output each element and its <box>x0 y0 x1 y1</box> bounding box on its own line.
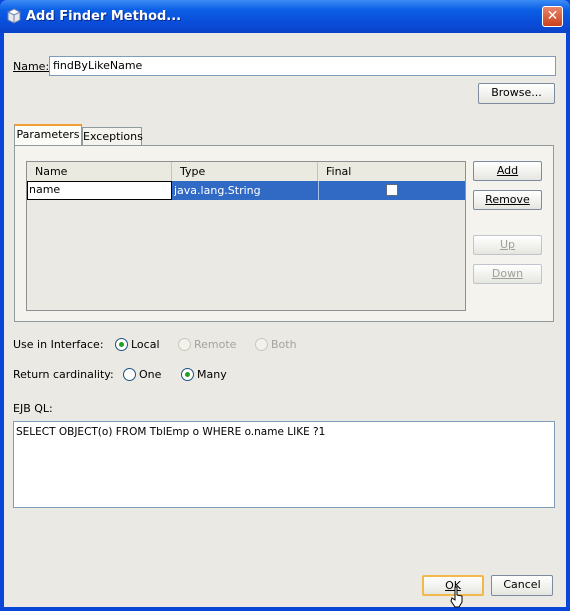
final-checkbox[interactable] <box>386 184 398 196</box>
ejbql-textarea[interactable]: SELECT OBJECT(o) FROM TblEmp o WHERE o.n… <box>13 421 555 508</box>
dialog-window: Add Finder Method... ✕ Name: findByLikeN… <box>0 0 570 611</box>
radio-many[interactable] <box>181 368 194 381</box>
ejbql-label: EJB QL: <box>13 402 53 415</box>
remove-button-label: Remove <box>485 193 530 206</box>
column-header-name[interactable]: Name <box>27 162 172 181</box>
radio-many-label[interactable]: Many <box>197 368 227 381</box>
browse-button[interactable]: Browse... <box>478 83 555 104</box>
radio-remote-label[interactable]: Remote <box>194 338 236 351</box>
down-button[interactable]: Down <box>473 264 542 284</box>
param-type-cell[interactable]: java.lang.String <box>174 184 261 197</box>
add-button[interactable]: Add <box>473 161 542 181</box>
column-header-type[interactable]: Type <box>172 162 318 181</box>
up-button[interactable]: Up <box>473 235 542 255</box>
parameters-panel: Name Type Final name java.lang.String Ad… <box>14 145 554 322</box>
down-button-label: Down <box>491 267 524 280</box>
radio-both[interactable] <box>255 338 268 351</box>
column-divider <box>318 181 319 200</box>
remove-button[interactable]: Remove <box>473 190 542 210</box>
radio-remote[interactable] <box>178 338 191 351</box>
param-name-cell-editor[interactable]: name <box>27 181 172 200</box>
up-button-label: Up <box>499 238 516 251</box>
tab-parameters[interactable]: Parameters <box>14 124 82 146</box>
interface-label: Use in Interface: <box>13 338 104 351</box>
close-icon: ✕ <box>546 8 559 24</box>
parameters-table: Name Type Final name java.lang.String <box>26 161 466 311</box>
close-button[interactable]: ✕ <box>542 6 563 27</box>
radio-local-label[interactable]: Local <box>131 338 160 351</box>
cancel-button[interactable]: Cancel <box>491 575 553 596</box>
java-bean-icon <box>6 8 22 24</box>
cardinality-label: Return cardinality: <box>13 368 114 381</box>
mouse-cursor-icon <box>450 586 463 608</box>
name-label: Name: <box>13 60 50 73</box>
column-header-final[interactable]: Final <box>318 162 465 181</box>
table-row[interactable]: name java.lang.String <box>27 181 465 200</box>
radio-both-label[interactable]: Both <box>271 338 297 351</box>
radio-one[interactable] <box>123 368 136 381</box>
dialog-content: Name: findByLikeName Browse... Parameter… <box>4 33 566 608</box>
dialog-title: Add Finder Method... <box>26 9 182 24</box>
radio-one-label[interactable]: One <box>139 368 161 381</box>
radio-local[interactable] <box>115 338 128 351</box>
tab-exceptions[interactable]: Exceptions <box>82 127 143 146</box>
title-bar[interactable]: Add Finder Method... ✕ <box>0 0 570 33</box>
name-input[interactable]: findByLikeName <box>49 56 556 76</box>
add-button-label: Add <box>496 164 519 177</box>
